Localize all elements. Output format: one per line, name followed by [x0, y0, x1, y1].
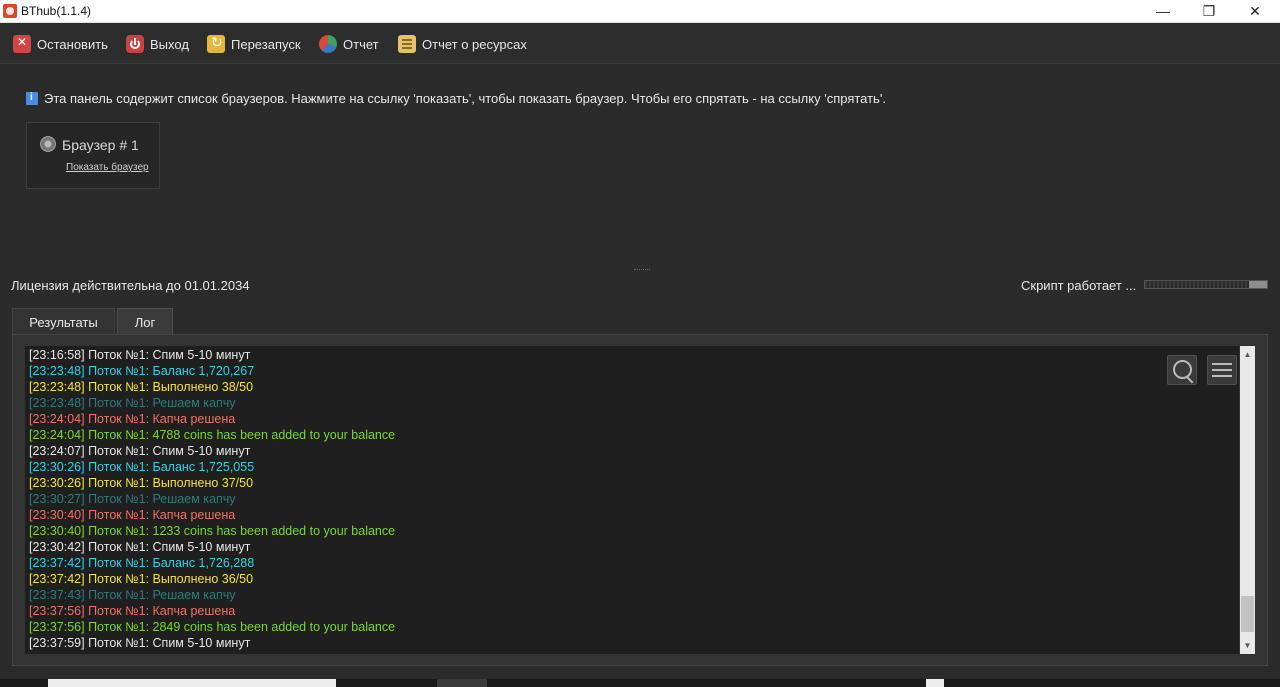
log-line: [23:24:07] Поток №1: Спим 5-10 минут	[29, 444, 251, 458]
restart-label: Перезапуск	[231, 36, 301, 52]
license-status: Лицензия действительна до 01.01.2034	[11, 278, 250, 293]
browser-name: Браузер # 1	[62, 137, 139, 153]
show-browser-link[interactable]: Показать браузер	[66, 162, 149, 173]
log-line: [23:30:27] Поток №1: Решаем капчу	[29, 492, 236, 506]
log-line: [23:37:59] Поток №1: Спим 5-10 минут	[29, 636, 251, 650]
pie-chart-icon	[319, 35, 337, 53]
report-label: Отчет	[343, 36, 379, 52]
exit-button[interactable]: Выход	[126, 33, 189, 55]
toolbar: Остановить Выход Перезапуск Отчет Отчет …	[0, 24, 1280, 64]
info-message: Эта панель содержит список браузеров. На…	[26, 91, 886, 106]
stop-icon	[13, 35, 31, 53]
close-button[interactable]: ✕	[1232, 0, 1278, 23]
progress-fill	[1248, 281, 1267, 288]
log-line: [23:37:43] Поток №1: Решаем капчу	[29, 588, 236, 602]
resources-report-label: Отчет о ресурсах	[422, 36, 527, 52]
stop-label: Остановить	[37, 36, 108, 52]
log-line: [23:16:58] Поток №1: Спим 5-10 минут	[29, 348, 251, 362]
panel-splitter[interactable]	[634, 269, 650, 272]
taskbar-item[interactable]	[926, 679, 944, 687]
log-line: [23:37:56] Поток №1: 2849 coins has been…	[29, 620, 396, 634]
browser-card: Браузер # 1 Показать браузер	[26, 122, 160, 189]
tab-results[interactable]: Результаты	[12, 308, 115, 335]
log-line: [23:30:42] Поток №1: Спим 5-10 минут	[29, 540, 251, 554]
log-line: [23:24:04] Поток №1: Капча решена	[29, 412, 236, 426]
info-text: Эта панель содержит список браузеров. На…	[44, 91, 886, 106]
stop-button[interactable]: Остановить	[13, 33, 108, 55]
title-bar: BThub(1.1.4) — ❐ ✕	[0, 0, 1280, 23]
scroll-down-arrow[interactable]: ▼	[1240, 637, 1255, 654]
log-line: [23:37:42] Поток №1: Баланс 1,726,288	[29, 556, 255, 570]
log-output: [23:16:58] Поток №1: Спим 5-10 минут [23:…	[25, 346, 1239, 654]
tab-log[interactable]: Лог	[117, 308, 173, 335]
log-line: [23:23:48] Поток №1: Решаем капчу	[29, 396, 236, 410]
log-line: [23:30:40] Поток №1: Капча решена	[29, 508, 236, 522]
taskbar-item[interactable]	[48, 679, 336, 687]
maximize-button[interactable]: ❐	[1186, 0, 1232, 23]
log-search-button[interactable]	[1167, 355, 1197, 385]
taskbar-item[interactable]	[437, 679, 487, 687]
restart-button[interactable]: Перезапуск	[207, 33, 301, 55]
log-menu-button[interactable]	[1207, 355, 1237, 385]
resources-report-button[interactable]: Отчет о ресурсах	[398, 33, 527, 55]
list-icon	[398, 35, 416, 53]
log-line: [23:24:04] Поток №1: 4788 coins has been…	[29, 428, 396, 442]
minimize-button[interactable]: —	[1140, 0, 1186, 23]
info-icon	[26, 92, 38, 105]
restart-icon	[207, 34, 225, 53]
app-logo-icon	[3, 4, 17, 18]
log-line: [23:30:26] Поток №1: Выполнено 37/50	[29, 476, 254, 490]
script-progress-bar	[1144, 280, 1268, 289]
scroll-up-arrow[interactable]: ▲	[1240, 346, 1255, 363]
log-line: [23:23:48] Поток №1: Баланс 1,720,267	[29, 364, 255, 378]
script-status: Скрипт работает ...	[1021, 278, 1137, 293]
exit-label: Выход	[150, 36, 189, 52]
log-line: [23:37:42] Поток №1: Выполнено 36/50	[29, 572, 254, 586]
log-line: [23:23:48] Поток №1: Выполнено 38/50	[29, 380, 254, 394]
log-line: [23:30:26] Поток №1: Баланс 1,725,055	[29, 460, 255, 474]
log-line: [23:37:56] Поток №1: Капча решена	[29, 604, 236, 618]
report-button[interactable]: Отчет	[319, 33, 379, 55]
scroll-thumb[interactable]	[1241, 596, 1254, 632]
browser-icon	[40, 136, 56, 152]
log-line: [23:30:40] Поток №1: 1233 coins has been…	[29, 524, 396, 538]
window-title: BThub(1.1.4)	[21, 4, 92, 18]
log-scrollbar[interactable]: ▲ ▼	[1240, 346, 1255, 654]
power-icon	[126, 35, 144, 53]
